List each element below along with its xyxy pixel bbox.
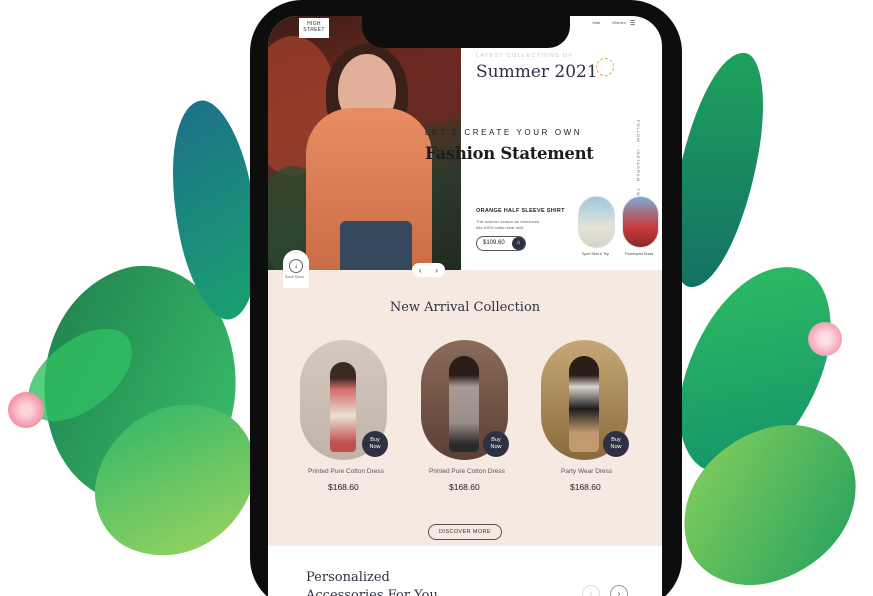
hero-model-image — [268, 16, 461, 270]
brand-logo[interactable]: HIGH STREET — [299, 18, 329, 38]
hero-section: HIGH STREET Man Women ☰ LATEST COLLECTIO… — [268, 16, 662, 288]
section-title: New Arrival Collection — [389, 300, 541, 315]
new-arrivals-section: New Arrival Collection Buy Now Printed P… — [268, 270, 662, 546]
hero-carousel-arrows: ‹ › — [412, 263, 445, 277]
product-name: Printed Pure Cotton Dress — [429, 468, 505, 475]
buy-now-button[interactable]: Buy Now — [362, 431, 388, 457]
product-price: $168.60 — [570, 482, 601, 492]
flower-decoration — [8, 392, 44, 428]
nav-link-man[interactable]: Man — [593, 20, 601, 25]
accessories-title-line-2: Accessories For You — [306, 588, 438, 596]
featured-product-title: ORANGE HALF SLEEVE SHIRT — [476, 208, 565, 214]
thumbnail-flowerprint-dress[interactable] — [622, 196, 659, 248]
cart-icon[interactable]: ⌂ — [512, 237, 525, 250]
thumbnail-label: Flowerprint Dress — [625, 252, 654, 256]
section-title: Personalized Accessories For You — [306, 569, 438, 596]
buy-now-button[interactable]: Buy Now — [483, 431, 509, 457]
thumbnail-label: Sport Skirt & Top — [582, 252, 609, 256]
chevron-right-icon[interactable]: › — [610, 585, 628, 596]
hero-eyebrow: LATEST COLLECTIONS OF — [476, 53, 574, 59]
scroll-down-label: Scroll Down — [285, 275, 304, 279]
thumbnail-sport-skirt[interactable] — [578, 196, 615, 248]
hamburger-icon[interactable]: ☰ — [630, 20, 636, 27]
discover-more-button[interactable]: DISCOVER MORE — [428, 524, 502, 540]
price-text: $109.60 — [483, 240, 505, 246]
accessories-section: Personalized Accessories For You ‹ › — [268, 546, 662, 596]
phone-notch — [362, 16, 570, 48]
hero-headline: Summer 2021 — [476, 62, 598, 82]
hero-tagline: LET'S CREATE YOUR OWN — [425, 128, 583, 137]
product-name: Printed Pure Cotton Dress — [308, 468, 384, 475]
arrow-down-icon[interactable]: ↓ — [289, 259, 303, 273]
nav-link-women[interactable]: Women — [612, 20, 626, 25]
product-price: $168.60 — [328, 482, 359, 492]
buy-now-button[interactable]: Buy Now — [603, 431, 629, 457]
logo-line-2: STREET — [303, 27, 325, 33]
sun-icon — [596, 58, 614, 76]
hero-statement: Fashion Statement — [425, 144, 594, 163]
featured-product-description: This summer season we introduced this 10… — [476, 219, 540, 230]
product-name: Party Wear Dress — [561, 468, 613, 475]
chevron-right-icon[interactable]: › — [435, 266, 438, 275]
accessories-title-line-1: Personalized — [306, 570, 390, 585]
chevron-left-icon[interactable]: ‹ — [582, 585, 600, 596]
top-navigation: Man Women — [593, 20, 627, 25]
product-price: $168.60 — [449, 482, 480, 492]
flower-decoration — [808, 322, 842, 356]
chevron-left-icon[interactable]: ‹ — [419, 266, 422, 275]
app-screen: HIGH STREET Man Women ☰ LATEST COLLECTIO… — [268, 16, 662, 596]
